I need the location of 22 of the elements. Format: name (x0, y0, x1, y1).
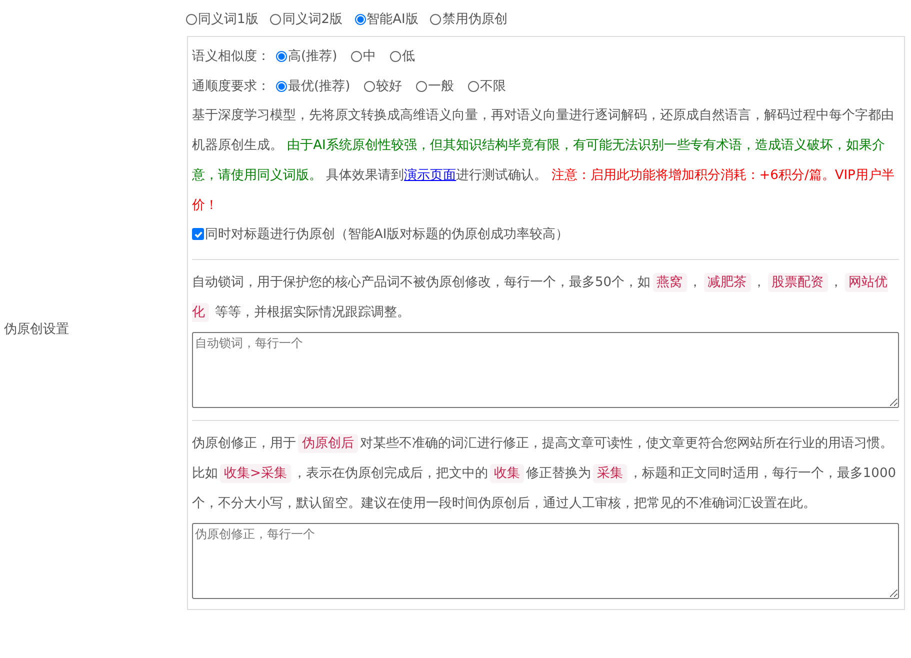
lock-words-description: 自动锁词，用于保护您的核心产品词不被伪原创修改，每行一个，最多50个，如 燕窝 ， 减肥茶 ， 股票配资 ， 网站优化 等等，并根据实际情况跟踪调整。 (192, 272, 889, 324)
radio-option[interactable]: 禁用伪原创 (430, 10, 508, 28)
radio-option[interactable]: 智能AI版 (354, 10, 418, 28)
radio-option[interactable]: 较好 (364, 77, 402, 95)
option-label: 语义相似度： (192, 48, 270, 65)
checkmark-icon (194, 230, 202, 238)
radio-option[interactable]: 同义词1版 (186, 10, 258, 28)
radio-option[interactable]: 中 (351, 47, 376, 65)
radio-option[interactable]: 同义词2版 (270, 10, 343, 28)
corrections-input[interactable]: 伪原创修正，每行一个 (192, 523, 899, 599)
corrections-description: 伪原创修正，用于 伪原创后 对某些不准确的词汇进行修正，提高文章可读性，使文章更符合您网站所在行业的用语习惯。比如 收集>采集 ，表示在伪原创完成后，把文中的 收集 修正替换为 采集 ，标题和正文同时适用，每行一个，最多1000个，不分大小写，默认留空。建议在使用一段时间伪原创后，通过人工审核，把常见的不准确词汇设置在此。 (192, 433, 897, 513)
radio-option[interactable]: 一般 (416, 77, 454, 95)
demo-page-link[interactable]: 演示页面 (404, 168, 456, 183)
title-checkbox[interactable]: 同时对标题进行伪原创（智能AI版对标题的伪原创成功率较高） (192, 221, 899, 247)
radio-option[interactable]: 低 (390, 47, 416, 65)
radio-option[interactable]: 最优(推荐) (276, 77, 350, 95)
option-label: 通顺度要求： (192, 78, 270, 95)
radio-option[interactable]: 不限 (468, 77, 506, 95)
section-label: 伪原创设置 (4, 321, 69, 338)
radio-option[interactable]: 高(推荐) (276, 47, 338, 65)
lock-words-input[interactable]: 自动锁词，每行一个 (192, 332, 899, 408)
ai-description: 基于深度学习模型，先将原文转换成高维语义向量，再对语义向量进行逐词解码，还原成自然语言，解码过程中每个字都由机器原创生成。 由于AI系统原创性较强，但其知识结构毕竟有限，有可能无法识别一些专有术语，造成语义破坏，如果介意，请使用同义词版。 具体效果请到演示页面进行测试确认。 注意：启用此功能将增加积分消耗：+6积分/篇。VIP用户半价！ (192, 107, 896, 215)
